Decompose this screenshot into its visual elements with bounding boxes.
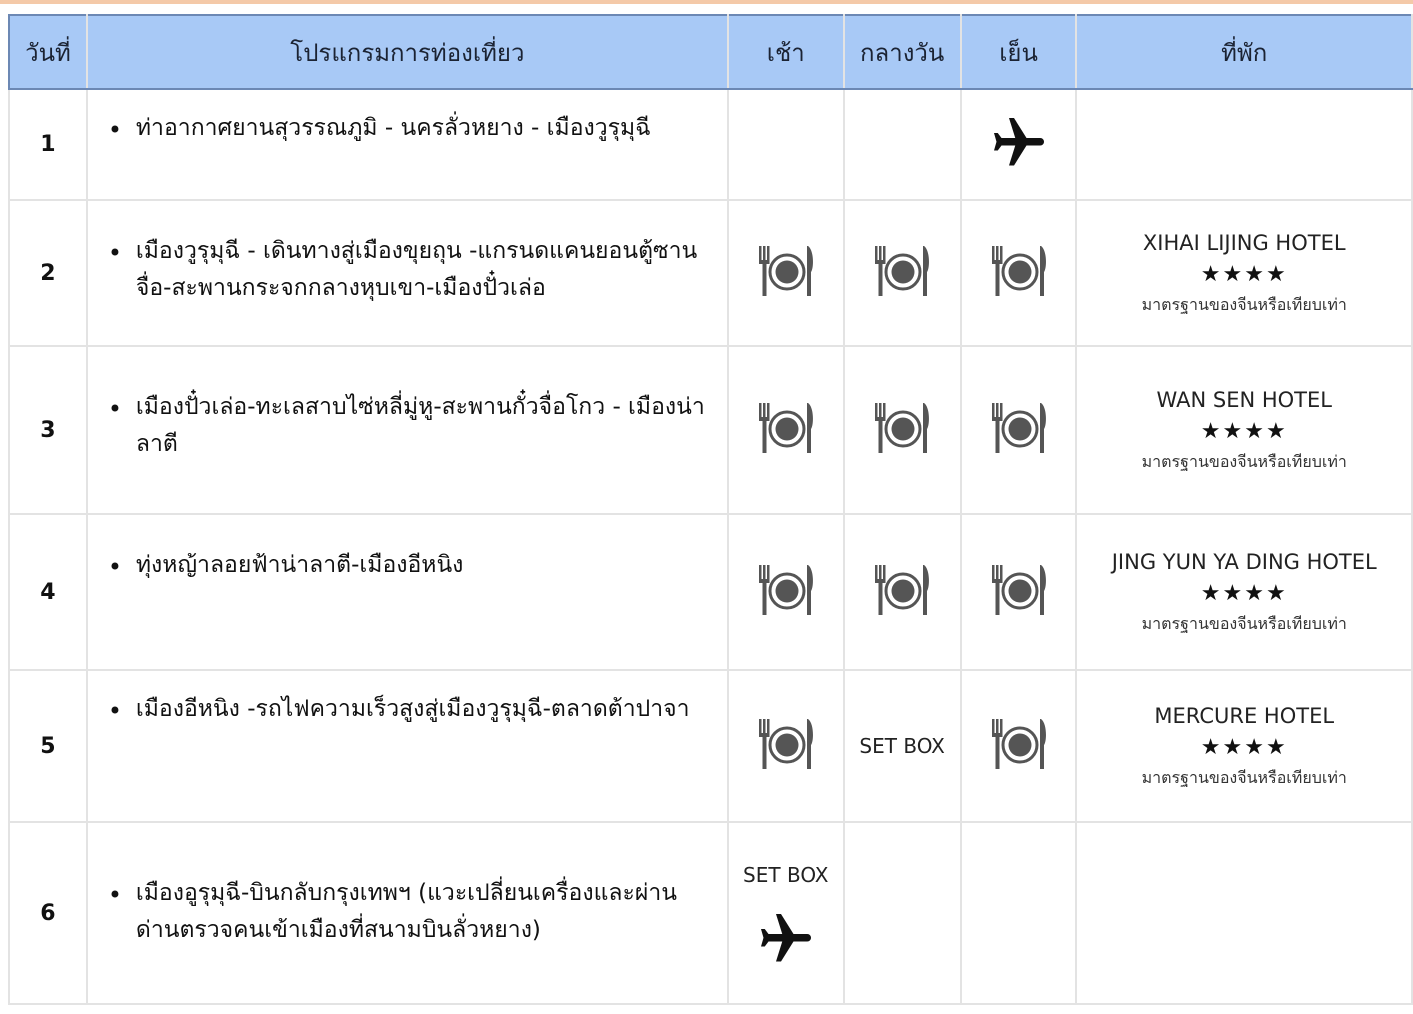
hotel-cell: JING YUN YA DING HOTEL ★★★★ มาตรฐานของจี… [1075, 513, 1413, 671]
dinner-cell [959, 88, 1078, 201]
program-cell: • เมืองวูรุมุฉี - เดินทางสู่เมืองขุยถุน -… [85, 199, 729, 347]
meal-icon [756, 240, 816, 306]
meal-icon [756, 713, 816, 779]
lunch-cell [842, 88, 962, 201]
program-text: ท่าอากาศยานสุวรรณภูมิ - นครลั่วหยาง - เม… [135, 115, 651, 141]
set-box-label: SET BOX [743, 863, 829, 887]
bullet: • [107, 553, 123, 581]
table-row: 4 • ทุ่งหญ้าลอยฟ้าน่าลาตี-เมืองอีหนิง JIN… [8, 513, 1413, 671]
breakfast-cell [726, 88, 845, 201]
hotel-cell: MERCURE HOTEL ★★★★ มาตรฐานของจีนหรือเทีย… [1075, 669, 1413, 823]
header-day: วันที่ [8, 14, 88, 90]
hotel-name: JING YUN YA DING HOTEL [1111, 550, 1377, 574]
program-text: ทุ่งหญ้าลอยฟ้าน่าลาตี-เมืองอีหนิง [135, 552, 464, 578]
breakfast-cell [726, 513, 845, 671]
day-number: 4 [8, 513, 88, 671]
set-box-label: SET BOX [859, 734, 945, 758]
lunch-cell [842, 513, 962, 671]
hotel-stars: ★★★★ [1200, 735, 1288, 760]
hotel-name: WAN SEN HOTEL [1156, 388, 1332, 412]
dinner-cell [959, 669, 1078, 823]
program-cell: • ท่าอากาศยานสุวรรณภูมิ - นครลั่วหยาง - เ… [85, 88, 729, 201]
hotel-standard: มาตรฐานของจีนหรือเทียบเท่า [1141, 768, 1347, 787]
meal-icon [989, 240, 1049, 306]
breakfast-cell [726, 669, 845, 823]
table-header-row: วันที่ โปรแกรมการท่องเที่ยว เช้า กลางวัน… [8, 14, 1413, 90]
plane-icon [989, 113, 1049, 177]
dinner-cell [959, 821, 1078, 1005]
header-breakfast: เช้า [726, 14, 845, 90]
lunch-cell [842, 821, 962, 1005]
header-dinner: เย็น [959, 14, 1078, 90]
hotel-cell [1075, 88, 1413, 201]
meal-icon [756, 559, 816, 625]
bullet: • [107, 881, 123, 909]
hotel-cell: WAN SEN HOTEL ★★★★ มาตรฐานของจีนหรือเทีย… [1075, 345, 1413, 515]
table-row: 3 • เมืองปั๋วเล่อ-ทะเลสาบไซ่หลี่มู่หู-สะพ… [8, 345, 1413, 515]
meal-icon [989, 713, 1049, 779]
meal-icon [872, 397, 932, 463]
lunch-cell [842, 199, 962, 347]
dinner-cell [959, 345, 1078, 515]
program-text: เมืองอีหนิง -รถไฟความเร็วสูงสู่เมืองวูรุ… [135, 696, 690, 722]
program-cell: • เมืองปั๋วเล่อ-ทะเลสาบไซ่หลี่มู่หู-สะพาน… [85, 345, 729, 515]
program-text: เมืองอูรุมุฉี-บินกลับกรุงเทพฯ (แวะเปลี่ย… [135, 880, 677, 943]
hotel-stars: ★★★★ [1200, 581, 1288, 606]
hotel-standard: มาตรฐานของจีนหรือเทียบเท่า [1141, 295, 1347, 314]
hotel-standard: มาตรฐานของจีนหรือเทียบเท่า [1141, 452, 1347, 471]
table-row: 1 • ท่าอากาศยานสุวรรณภูมิ - นครลั่วหยาง -… [8, 88, 1413, 201]
plane-icon [756, 909, 816, 973]
bullet: • [107, 239, 123, 267]
breakfast-cell: SET BOX [726, 821, 845, 1005]
bullet: • [107, 395, 123, 423]
header-program: โปรแกรมการท่องเที่ยว [85, 14, 729, 90]
bullet: • [107, 697, 123, 725]
hotel-stars: ★★★★ [1200, 419, 1288, 444]
breakfast-cell [726, 345, 845, 515]
day-number: 5 [8, 669, 88, 823]
program-cell: • ทุ่งหญ้าลอยฟ้าน่าลาตี-เมืองอีหนิง [85, 513, 729, 671]
dinner-cell [959, 199, 1078, 347]
table-row: 5 • เมืองอีหนิง -รถไฟความเร็วสูงสู่เมืองว… [8, 669, 1413, 823]
header-lunch: กลางวัน [842, 14, 962, 90]
program-cell: • เมืองอูรุมุฉี-บินกลับกรุงเทพฯ (แวะเปลี่… [85, 821, 729, 1005]
day-number: 2 [8, 199, 88, 347]
meal-icon [989, 559, 1049, 625]
lunch-cell: SET BOX [842, 669, 962, 823]
meal-icon [989, 397, 1049, 463]
hotel-cell: XIHAI LIJING HOTEL ★★★★ มาตรฐานของจีนหรื… [1075, 199, 1413, 347]
hotel-cell [1075, 821, 1413, 1005]
itinerary-table: วันที่ โปรแกรมการท่องเที่ยว เช้า กลางวัน… [8, 14, 1413, 1005]
breakfast-cell [726, 199, 845, 347]
header-hotel: ที่พัก [1075, 14, 1413, 90]
day-number: 1 [8, 88, 88, 201]
dinner-cell [959, 513, 1078, 671]
meal-icon [872, 559, 932, 625]
hotel-name: MERCURE HOTEL [1154, 704, 1335, 728]
meal-icon [872, 240, 932, 306]
lunch-cell [842, 345, 962, 515]
hotel-standard: มาตรฐานของจีนหรือเทียบเท่า [1141, 614, 1347, 633]
day-number: 6 [8, 821, 88, 1005]
bullet: • [107, 116, 123, 144]
program-text: เมืองวูรุมุฉี - เดินทางสู่เมืองขุยถุน -แ… [135, 238, 698, 301]
day-number: 3 [8, 345, 88, 515]
table-row: 2 • เมืองวูรุมุฉี - เดินทางสู่เมืองขุยถุน… [8, 199, 1413, 347]
program-text: เมืองปั๋วเล่อ-ทะเลสาบไซ่หลี่มู่หู-สะพานก… [135, 394, 705, 457]
hotel-name: XIHAI LIJING HOTEL [1142, 231, 1346, 255]
table-row: 6 • เมืองอูรุมุฉี-บินกลับกรุงเทพฯ (แวะเปล… [8, 821, 1413, 1005]
program-cell: • เมืองอีหนิง -รถไฟความเร็วสูงสู่เมืองวูร… [85, 669, 729, 823]
meal-icon [756, 397, 816, 463]
hotel-stars: ★★★★ [1200, 262, 1288, 287]
top-accent-line [0, 0, 1413, 4]
